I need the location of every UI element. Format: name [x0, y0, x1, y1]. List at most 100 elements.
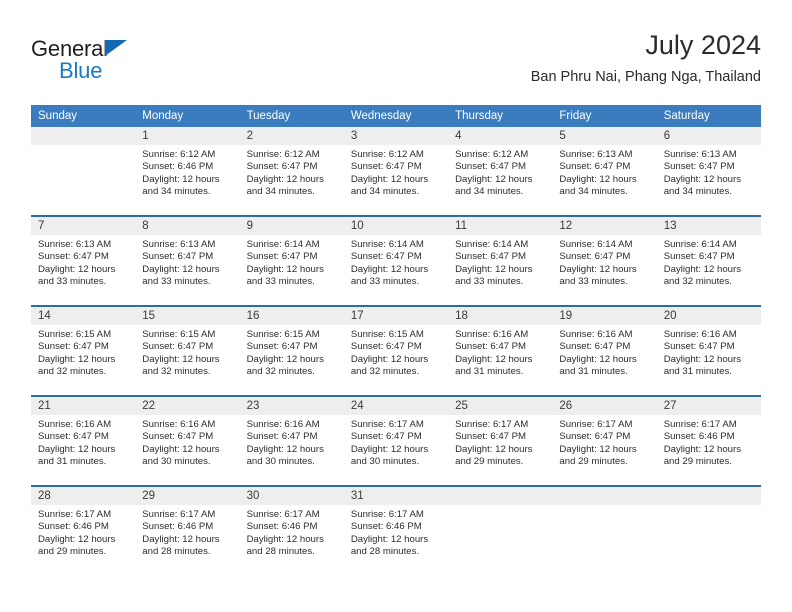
daylight-text-line1: Daylight: 12 hours: [663, 443, 742, 455]
sunrise-text: Sunrise: 6:14 AM: [246, 239, 320, 250]
day-number: 19: [552, 307, 657, 325]
day-cell-inner[interactable]: 20 Sunrise: 6:16 AM Sunset: 6:47 PM Dayligh…: [656, 307, 761, 395]
day-cell-inner[interactable]: 22 Sunrise: 6:16 AM Sunset: 6:47 PM Dayligh…: [135, 397, 240, 485]
day-number: [656, 487, 761, 505]
day-number: 24: [343, 397, 449, 415]
day-details: Sunrise: 6:17 AM Sunset: 6:46 PM Daylight:…: [31, 505, 135, 558]
day-cell-inner[interactable]: 10 Sunrise: 6:14 AM Sunset: 6:47 PM Dayligh…: [343, 217, 449, 305]
sunset-text: Sunset: 6:47 PM: [455, 161, 527, 173]
daylight-text-line2: and 29 minutes.: [38, 545, 107, 557]
day-details: Sunrise: 6:16 AM Sunset: 6:47 PM Daylight:…: [31, 415, 135, 468]
day-details: Sunrise: 6:14 AM Sunset: 6:47 PM Daylight:…: [657, 235, 761, 288]
sunset-text: Sunset: 6:47 PM: [38, 251, 109, 263]
day-number: 8: [135, 217, 240, 235]
day-cell-inner[interactable]: [31, 127, 136, 215]
sunset-text: Sunset: 6:47 PM: [142, 251, 214, 263]
day-cell-inner[interactable]: 24 Sunrise: 6:17 AM Sunset: 6:47 PM Dayligh…: [343, 397, 449, 485]
day-details: Sunrise: 6:15 AM Sunset: 6:47 PM Daylight:…: [135, 325, 239, 378]
day-details: Sunrise: 6:14 AM Sunset: 6:47 PM Daylight:…: [344, 235, 448, 288]
sunset-text: Sunset: 6:47 PM: [350, 341, 422, 353]
day-number: 29: [135, 487, 240, 505]
day-cell-inner[interactable]: 8 Sunrise: 6:13 AM Sunset: 6:47 PM Daylight…: [135, 217, 240, 305]
daylight-text-line2: and 34 minutes.: [350, 185, 420, 197]
day-number: 31: [343, 487, 449, 505]
day-cell: 30 Sunrise: 6:17 AM Sunset: 6:46 PM Dayligh…: [239, 485, 344, 575]
day-cell: 22 Sunrise: 6:16 AM Sunset: 6:47 PM Dayligh…: [135, 395, 240, 486]
daylight-text-line2: and 32 minutes.: [663, 275, 732, 287]
daylight-text-line1: Daylight: 12 hours: [559, 443, 637, 455]
day-cell: 1 Sunrise: 6:12 AM Sunset: 6:46 PM Daylight…: [135, 127, 240, 216]
generalblue-logo[interactable]: General Blue: [31, 36, 221, 92]
day-number: [31, 127, 136, 145]
day-cell-inner[interactable]: 16 Sunrise: 6:15 AM Sunset: 6:47 PM Dayligh…: [239, 307, 344, 395]
day-cell: 7 Sunrise: 6:13 AM Sunset: 6:47 PM Daylight…: [31, 215, 136, 306]
sunset-text: Sunset: 6:47 PM: [142, 341, 214, 353]
day-cell-inner[interactable]: 7 Sunrise: 6:13 AM Sunset: 6:47 PM Daylight…: [31, 217, 136, 305]
day-cell-inner[interactable]: 30 Sunrise: 6:17 AM Sunset: 6:46 PM Dayligh…: [239, 487, 344, 575]
day-cell-inner[interactable]: [656, 487, 761, 575]
calendar-body: 1 Sunrise: 6:12 AM Sunset: 6:46 PM Daylight…: [31, 127, 761, 575]
day-cell-inner[interactable]: 23 Sunrise: 6:16 AM Sunset: 6:47 PM Dayligh…: [239, 397, 344, 485]
day-cell-inner[interactable]: 25 Sunrise: 6:17 AM Sunset: 6:47 PM Dayligh…: [448, 397, 553, 485]
sunrise-text: Sunrise: 6:14 AM: [350, 239, 424, 250]
sunset-text: Sunset: 6:47 PM: [350, 431, 422, 443]
day-cell-inner[interactable]: 27 Sunrise: 6:17 AM Sunset: 6:46 PM Dayligh…: [656, 397, 761, 485]
sunset-text: Sunset: 6:47 PM: [455, 341, 527, 353]
daylight-text-line1: Daylight: 12 hours: [246, 353, 324, 365]
day-cell-inner[interactable]: 18 Sunrise: 6:16 AM Sunset: 6:47 PM Dayligh…: [448, 307, 553, 395]
day-cell: 14 Sunrise: 6:15 AM Sunset: 6:47 PM Dayligh…: [31, 305, 136, 396]
day-cell: 26 Sunrise: 6:17 AM Sunset: 6:47 PM Dayligh…: [552, 395, 657, 486]
day-cell-inner[interactable]: 2 Sunrise: 6:12 AM Sunset: 6:47 PM Daylight…: [239, 127, 344, 215]
day-cell: 5 Sunrise: 6:13 AM Sunset: 6:47 PM Daylight…: [552, 127, 657, 216]
daylight-text-line1: Daylight: 12 hours: [350, 353, 429, 365]
daylight-text-line1: Daylight: 12 hours: [142, 263, 220, 275]
sunrise-text: Sunrise: 6:16 AM: [455, 329, 529, 340]
day-cell: 20 Sunrise: 6:16 AM Sunset: 6:47 PM Dayligh…: [656, 305, 761, 396]
page-subtitle: Ban Phru Nai, Phang Nga, Thailand: [530, 69, 761, 85]
sunrise-text: Sunrise: 6:16 AM: [142, 419, 216, 430]
day-number: 18: [448, 307, 553, 325]
weekday-header-wednesday: Wednesday: [343, 105, 449, 127]
daylight-text-line2: and 31 minutes.: [455, 365, 524, 377]
daylight-text-line1: Daylight: 12 hours: [38, 533, 116, 545]
day-cell-inner[interactable]: 9 Sunrise: 6:14 AM Sunset: 6:47 PM Daylight…: [239, 217, 344, 305]
sunrise-text: Sunrise: 6:17 AM: [350, 509, 424, 520]
day-cell-inner[interactable]: 26 Sunrise: 6:17 AM Sunset: 6:47 PM Dayligh…: [552, 397, 657, 485]
day-cell-inner[interactable]: 29 Sunrise: 6:17 AM Sunset: 6:46 PM Dayligh…: [135, 487, 240, 575]
day-cell-inner[interactable]: 12 Sunrise: 6:14 AM Sunset: 6:47 PM Dayligh…: [552, 217, 657, 305]
daylight-text-line1: Daylight: 12 hours: [38, 353, 116, 365]
day-cell-inner[interactable]: 15 Sunrise: 6:15 AM Sunset: 6:47 PM Dayligh…: [135, 307, 240, 395]
day-cell-inner[interactable]: 28 Sunrise: 6:17 AM Sunset: 6:46 PM Dayligh…: [31, 487, 136, 575]
day-cell-inner[interactable]: [448, 487, 553, 575]
day-cell: [656, 485, 761, 575]
day-details: Sunrise: 6:17 AM Sunset: 6:46 PM Daylight:…: [657, 415, 761, 468]
day-cell: 4 Sunrise: 6:12 AM Sunset: 6:47 PM Daylight…: [448, 127, 553, 216]
day-cell-inner[interactable]: 3 Sunrise: 6:12 AM Sunset: 6:47 PM Daylight…: [343, 127, 449, 215]
day-details: Sunrise: 6:17 AM Sunset: 6:46 PM Daylight:…: [344, 505, 448, 558]
day-cell-inner[interactable]: 19 Sunrise: 6:16 AM Sunset: 6:47 PM Dayligh…: [552, 307, 657, 395]
day-details: [552, 505, 656, 509]
day-cell-inner[interactable]: 5 Sunrise: 6:13 AM Sunset: 6:47 PM Daylight…: [552, 127, 657, 215]
daylight-text-line2: and 30 minutes.: [350, 455, 420, 467]
day-details: Sunrise: 6:12 AM Sunset: 6:47 PM Daylight:…: [344, 145, 448, 198]
day-cell-inner[interactable]: 14 Sunrise: 6:15 AM Sunset: 6:47 PM Dayligh…: [31, 307, 136, 395]
day-cell-inner[interactable]: 11 Sunrise: 6:14 AM Sunset: 6:47 PM Dayligh…: [448, 217, 553, 305]
day-cell-inner[interactable]: 17 Sunrise: 6:15 AM Sunset: 6:47 PM Dayligh…: [343, 307, 449, 395]
day-number: 13: [656, 217, 761, 235]
daylight-text-line2: and 34 minutes.: [663, 185, 732, 197]
daylight-text-line2: and 28 minutes.: [350, 545, 420, 557]
day-details: Sunrise: 6:15 AM Sunset: 6:47 PM Daylight:…: [240, 325, 344, 378]
day-cell-inner[interactable]: 1 Sunrise: 6:12 AM Sunset: 6:46 PM Daylight…: [135, 127, 240, 215]
daylight-text-line1: Daylight: 12 hours: [559, 353, 637, 365]
day-cell-inner[interactable]: 21 Sunrise: 6:16 AM Sunset: 6:47 PM Dayligh…: [31, 397, 136, 485]
day-cell-inner[interactable]: 4 Sunrise: 6:12 AM Sunset: 6:47 PM Daylight…: [448, 127, 553, 215]
day-cell-inner[interactable]: 13 Sunrise: 6:14 AM Sunset: 6:47 PM Dayligh…: [656, 217, 761, 305]
day-cell-inner[interactable]: 31 Sunrise: 6:17 AM Sunset: 6:46 PM Dayligh…: [343, 487, 449, 575]
sunrise-text: Sunrise: 6:15 AM: [350, 329, 424, 340]
sunset-text: Sunset: 6:47 PM: [350, 251, 422, 263]
day-number: 3: [343, 127, 449, 145]
day-cell-inner[interactable]: [552, 487, 657, 575]
day-cell-inner[interactable]: 6 Sunrise: 6:13 AM Sunset: 6:47 PM Daylight…: [656, 127, 761, 215]
day-number: 25: [448, 397, 553, 415]
logo-triangle-icon: [105, 40, 127, 56]
